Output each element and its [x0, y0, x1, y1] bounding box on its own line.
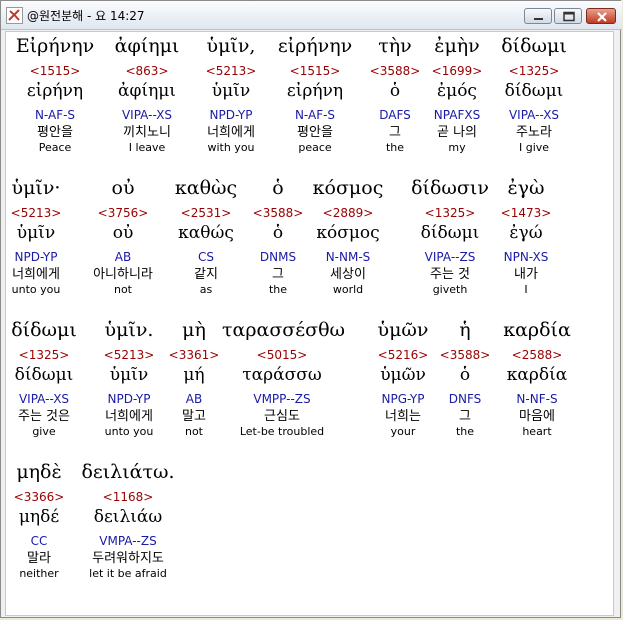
title-bar[interactable]: @원전분해 - 요 14:27 [1, 1, 622, 30]
lemma: δίδωμι [504, 81, 564, 101]
window-title: @원전분해 - 요 14:27 [27, 9, 145, 23]
word-block[interactable]: ἐγὼ <1473> ἐγώ NPN-XS 내가 I [466, 176, 586, 297]
strongs-number: <1325> [508, 64, 560, 78]
maximize-button[interactable] [554, 8, 582, 24]
greek-word: καρδία [503, 319, 571, 341]
app-window: @원전분해 - 요 14:27 Εἰρήνην <1515> εἰρήνη N-AF-… [0, 0, 622, 618]
greek-word: ἐγὼ [507, 177, 545, 199]
word-block[interactable]: δίδωμι <1325> δίδωμι VIPA--XS 주노라 I give [474, 34, 594, 155]
greek-word: ταρασσέσθω [222, 319, 346, 341]
greek-word: δίδωμι [501, 35, 567, 57]
strongs-number: <1473> [500, 206, 552, 220]
app-icon [6, 7, 23, 24]
korean-gloss: 주노라 [516, 125, 552, 140]
minimize-icon [534, 18, 543, 20]
korean-gloss: 마음에 [519, 409, 555, 424]
korean-gloss: 두려워하지도 [92, 551, 164, 566]
lemma: δειλιάω [93, 507, 163, 527]
korean-gloss: 내가 [514, 267, 538, 282]
parsing-code: N-NF-S [516, 392, 558, 406]
strongs-number: <2588> [511, 348, 563, 362]
lemma: καρδία [506, 365, 568, 385]
minimize-button[interactable] [524, 8, 552, 24]
english-gloss: Let-be troubled [239, 425, 325, 438]
greek-word: δειλιάτω. [81, 461, 175, 483]
close-button[interactable] [586, 8, 616, 24]
interlinear-panel[interactable]: Εἰρήνην <1515> εἰρήνη N-AF-S 평안을 Peace ἀφίημι <… [5, 31, 614, 616]
korean-gloss: 근심도 [264, 409, 300, 424]
english-gloss: I give [518, 141, 550, 154]
english-gloss: heart [522, 425, 552, 438]
parsing-code: NPN-XS [503, 250, 549, 264]
strongs-number: <1168> [102, 490, 154, 504]
word-block[interactable]: ταρασσέσθω <5015> ταράσσω VMPP--ZS 근심도 Let-be… [222, 318, 346, 439]
parsing-code: VMPP--ZS [253, 392, 311, 406]
lemma: ἐγώ [509, 223, 543, 243]
parsing-code: VIPA--XS [508, 108, 560, 122]
maximize-icon [563, 11, 575, 22]
close-icon [597, 12, 607, 22]
word-block[interactable]: δειλιάτω. <1168> δειλιάω VMPA--ZS 두려워하지도 let … [68, 460, 188, 581]
parsing-code: VMPA--ZS [99, 534, 157, 548]
english-gloss: let it be afraid [89, 567, 167, 580]
strongs-number: <5015> [256, 348, 308, 362]
word-block[interactable]: καρδία <2588> καρδία N-NF-S 마음에 heart [477, 318, 597, 439]
english-gloss: I [524, 283, 528, 296]
lemma: ταράσσω [242, 365, 322, 385]
